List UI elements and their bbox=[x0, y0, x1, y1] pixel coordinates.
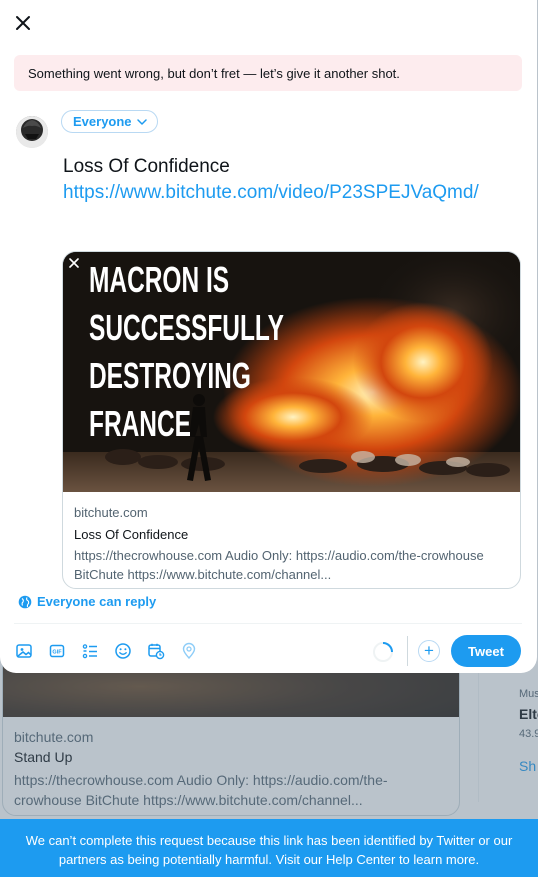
link-card-image: MACRON IS SUCCESSFULLY DESTROYING FRANCE bbox=[63, 252, 520, 492]
link-preview-card[interactable]: MACRON IS SUCCESSFULLY DESTROYING FRANCE… bbox=[62, 251, 521, 589]
avatar[interactable] bbox=[16, 116, 48, 148]
audience-label: Everyone bbox=[73, 114, 132, 129]
error-banner: Something went wrong, but don’t fret — l… bbox=[14, 55, 522, 91]
headline-line-1: MACRON IS bbox=[89, 259, 230, 300]
poll-icon bbox=[82, 644, 97, 659]
headline-line-3: DESTROYING bbox=[89, 355, 251, 396]
image-icon bbox=[16, 644, 32, 658]
tweet-link[interactable]: https://www.bitchute.com/video/P23SPEJVa… bbox=[63, 182, 479, 204]
add-tweet-button[interactable]: + bbox=[418, 640, 440, 662]
headline-line-2: SUCCESSFULLY bbox=[89, 307, 284, 348]
poll-button[interactable] bbox=[80, 639, 100, 663]
character-count-ring bbox=[373, 642, 393, 662]
link-card-title: Loss Of Confidence bbox=[74, 527, 189, 542]
reply-setting-button[interactable]: Everyone can reply bbox=[18, 594, 156, 609]
gif-button[interactable]: GIF bbox=[47, 639, 67, 663]
globe-icon bbox=[18, 595, 32, 608]
headline-line-4: FRANCE bbox=[89, 403, 191, 444]
toolbar-separator bbox=[407, 636, 408, 666]
emoji-icon bbox=[115, 643, 131, 659]
error-toast: We can’t complete this request because t… bbox=[0, 819, 538, 877]
link-card-domain: bitchute.com bbox=[74, 505, 148, 520]
compose-tweet-dialog: Something went wrong, but don’t fret — l… bbox=[0, 0, 537, 673]
compose-toolbar: GIF bbox=[14, 639, 199, 663]
schedule-icon bbox=[148, 643, 165, 660]
schedule-button[interactable] bbox=[146, 639, 166, 663]
reply-setting-label: Everyone can reply bbox=[37, 594, 157, 609]
svg-text:GIF: GIF bbox=[52, 650, 62, 656]
emoji-button[interactable] bbox=[113, 639, 133, 663]
location-icon bbox=[182, 642, 196, 660]
media-button[interactable] bbox=[14, 639, 34, 663]
audience-selector[interactable]: Everyone bbox=[61, 110, 158, 133]
close-icon bbox=[16, 16, 30, 30]
close-icon bbox=[69, 258, 79, 268]
avatar-image bbox=[16, 116, 48, 148]
chevron-down-icon bbox=[136, 118, 147, 125]
location-button[interactable] bbox=[179, 639, 199, 663]
tweet-button[interactable]: Tweet bbox=[451, 635, 521, 667]
link-card-image-headline: MACRON IS SUCCESSFULLY DESTROYING FRANCE bbox=[89, 256, 284, 448]
link-card-description: https://thecrowhouse.com Audio Only: htt… bbox=[74, 548, 484, 582]
divider bbox=[14, 623, 522, 624]
tweet-text[interactable]: Loss Of Confidence bbox=[63, 156, 230, 178]
remove-card-button[interactable] bbox=[69, 258, 83, 272]
close-button[interactable] bbox=[8, 8, 38, 38]
gif-icon: GIF bbox=[49, 644, 65, 658]
